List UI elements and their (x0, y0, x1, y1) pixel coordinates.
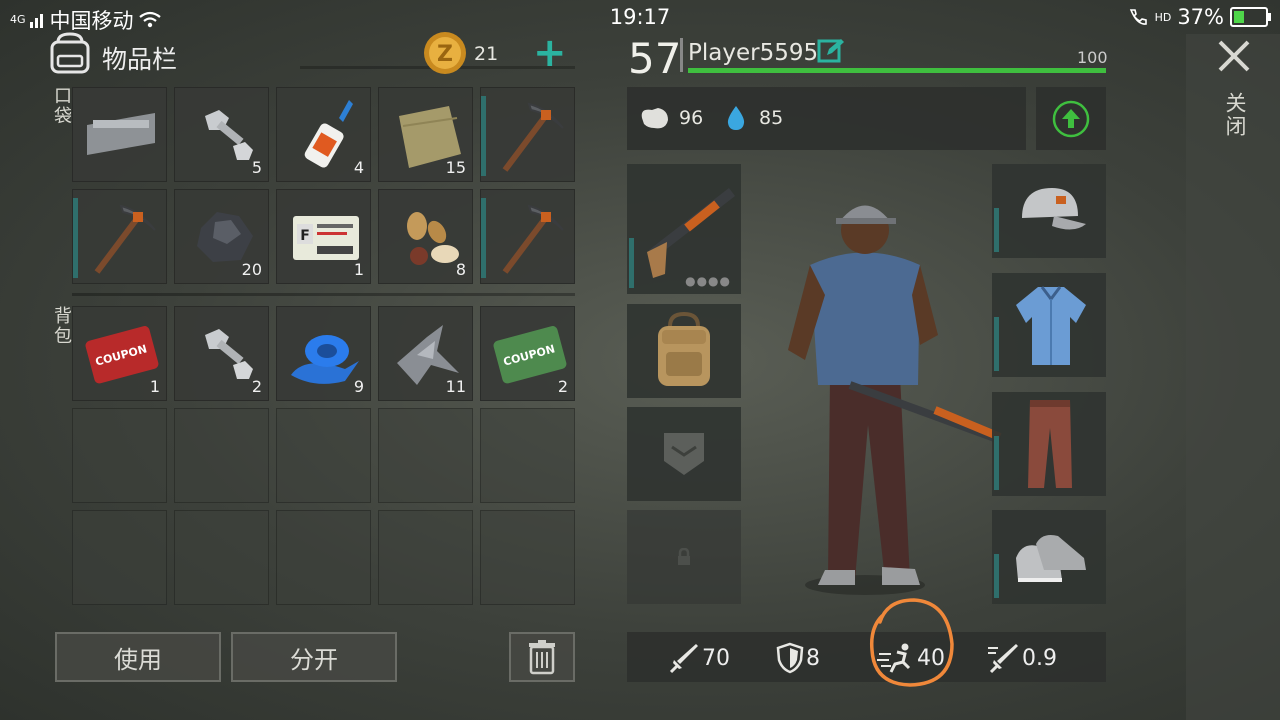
svg-text:Z: Z (437, 42, 453, 67)
status-bar: 4G 中国移动 19:17 HD 37% (0, 0, 1280, 34)
backpack-slot[interactable]: 9 (276, 306, 371, 401)
battery-percent: 37% (1177, 5, 1224, 29)
item-count: 15 (445, 158, 466, 177)
item-count: 1 (149, 377, 160, 396)
cap-icon (1022, 188, 1086, 230)
sword-icon (669, 644, 698, 674)
backpack-slot[interactable]: 2 (174, 306, 269, 401)
shield-icon (776, 642, 804, 674)
player-character (788, 205, 1002, 595)
stomach-icon (641, 108, 668, 129)
close-label[interactable]: 关闭 (1220, 92, 1250, 138)
pocket-slot[interactable]: 5 (174, 87, 269, 182)
pocket-slot[interactable] (627, 407, 741, 501)
backpack-slot[interactable] (480, 408, 575, 503)
electronic-part-icon (87, 112, 155, 155)
backpack-slot[interactable] (627, 304, 741, 398)
defense-stat: 8 (776, 642, 820, 674)
inventory-title: 物品栏 (102, 45, 178, 74)
pocket-slot[interactable]: 8 (378, 189, 473, 284)
item-count: 2 (251, 377, 262, 396)
pocket-slot[interactable]: F1 (276, 189, 371, 284)
backpack-slot[interactable] (174, 510, 269, 605)
backpack-slot[interactable] (480, 510, 575, 605)
backpack-slot[interactable]: COUPON 1 (72, 306, 167, 401)
item-count: 8 (455, 260, 466, 279)
pocket-slot[interactable] (480, 189, 575, 284)
attack-stat: 70 (668, 642, 730, 674)
pocket-icon (664, 433, 704, 475)
backpack-icon (50, 32, 90, 74)
hp-max: 100 (1077, 48, 1108, 67)
backpack-slot[interactable] (72, 510, 167, 605)
pants-icon (1028, 400, 1072, 488)
backpack-slot[interactable] (276, 510, 371, 605)
weapon-slot[interactable]: ●●●● (627, 164, 741, 294)
legs-slot[interactable] (992, 392, 1106, 496)
body-slot[interactable] (992, 273, 1106, 377)
call-icon (1129, 9, 1147, 25)
attack-speed-stat: 0.9 (986, 642, 1057, 674)
svg-text:F: F (300, 228, 310, 244)
item-count: 11 (445, 377, 466, 396)
close-icon[interactable] (1216, 38, 1252, 74)
pocket-slot[interactable] (72, 189, 167, 284)
item-count: 1 (353, 260, 364, 279)
trash-button[interactable] (509, 632, 575, 682)
hd-label: HD (1154, 10, 1172, 24)
backpack-slot[interactable] (72, 408, 167, 503)
item-count: 2 (557, 377, 568, 396)
pocket-label: 口袋 (51, 86, 72, 126)
backpack-slot[interactable] (378, 408, 473, 503)
item-count: 9 (353, 377, 364, 396)
coin-count: 21 (474, 43, 499, 65)
highlight-circle-annotation (869, 598, 954, 687)
backpack-slot[interactable]: 11 (378, 306, 473, 401)
player-name: Player5595 (688, 40, 819, 66)
backpack-label: 背包 (51, 306, 72, 346)
clock: 19:17 (609, 5, 671, 29)
backpack-slot[interactable] (276, 408, 371, 503)
level-up-button[interactable] (1051, 99, 1091, 139)
pocket-slot[interactable]: 15 (378, 87, 473, 182)
item-count: 4 (353, 158, 364, 177)
feet-slot[interactable] (992, 510, 1106, 604)
backpack-slot[interactable] (174, 408, 269, 503)
thirst-value: 85 (759, 107, 784, 129)
locked-slot[interactable] (627, 510, 741, 604)
pocket-slot[interactable] (72, 87, 167, 182)
pocket-slot[interactable] (480, 87, 575, 182)
backpack-slot[interactable] (378, 510, 473, 605)
add-coins-button[interactable]: + (533, 30, 567, 76)
battery-icon (1230, 7, 1271, 27)
pickaxe-icon (502, 204, 564, 274)
pickaxe-icon (502, 102, 564, 172)
defense-value: 8 (806, 645, 820, 671)
head-slot[interactable] (992, 164, 1106, 258)
pickaxe-icon (94, 204, 156, 274)
pocket-slot[interactable]: 20 (174, 189, 269, 284)
lock-icon (678, 548, 690, 565)
item-count: 20 (241, 260, 262, 279)
water-drop-icon (727, 106, 745, 130)
item-count: 5 (251, 158, 262, 177)
shirt-icon (1016, 286, 1086, 365)
trash-icon (529, 640, 555, 675)
use-button[interactable]: 使用 (55, 632, 221, 682)
player-level: 57 (628, 34, 682, 83)
shoes-icon (1016, 535, 1086, 582)
backpack-slot[interactable]: COUPON 2 (480, 306, 575, 401)
backpack-item-icon (658, 312, 710, 386)
split-button[interactable]: 分开 (231, 632, 397, 682)
coin-icon: Z (424, 32, 466, 74)
attack-value: 70 (702, 645, 730, 671)
hp-bar (688, 68, 1106, 73)
shotgun-icon (647, 188, 736, 278)
edit-icon[interactable] (817, 37, 845, 65)
pocket-slot[interactable]: 4 (276, 87, 371, 182)
hunger-value: 96 (679, 107, 704, 129)
fast-sword-icon (988, 644, 1018, 674)
attack-speed-value: 0.9 (1022, 645, 1057, 671)
